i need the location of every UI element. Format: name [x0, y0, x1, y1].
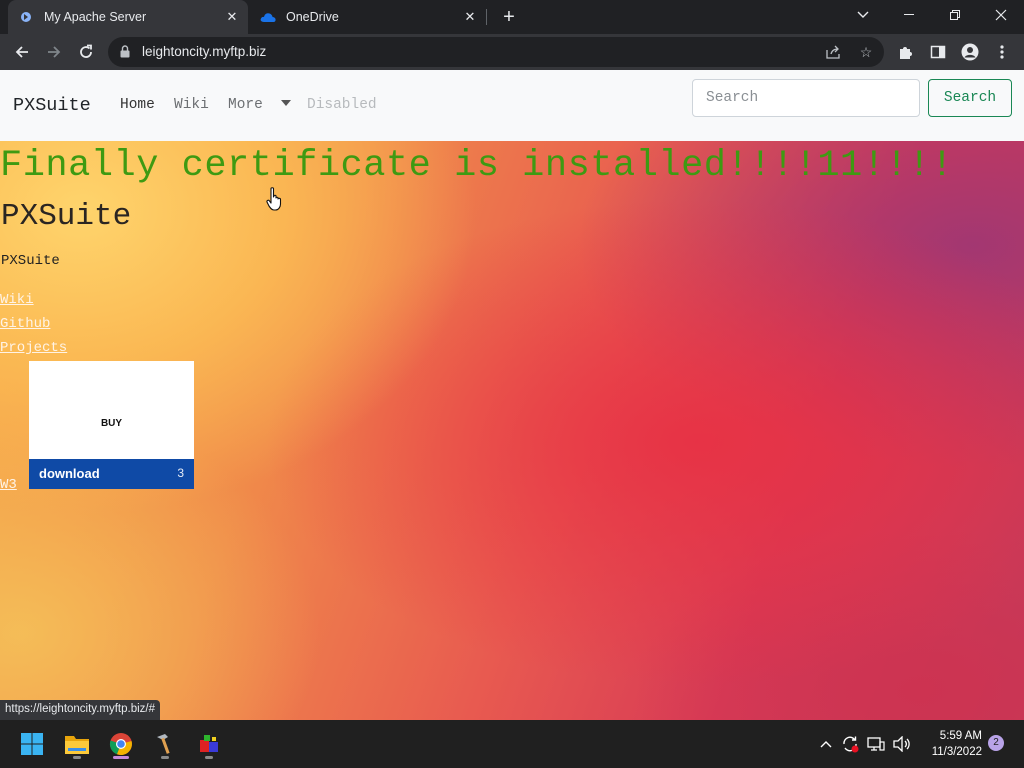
page-viewport: PXSuite Home Wiki More Disabled Search F…: [0, 70, 1024, 720]
share-icon[interactable]: [823, 42, 843, 62]
address-url[interactable]: leightoncity.myftp.biz: [142, 44, 266, 59]
projects-link[interactable]: Projects: [0, 340, 67, 356]
download-label[interactable]: download: [39, 466, 100, 481]
forward-arrow-icon[interactable]: [40, 38, 68, 66]
close-window-icon[interactable]: [978, 0, 1024, 30]
sync-icon[interactable]: [840, 734, 860, 754]
back-arrow-icon[interactable]: [8, 38, 36, 66]
tab-title: My Apache Server: [44, 10, 147, 24]
apache-favicon-icon: [18, 9, 34, 25]
hand-pointer-cursor-icon: [266, 187, 282, 211]
download-bar[interactable]: download 3: [29, 459, 194, 489]
download-count: 3: [177, 466, 184, 480]
github-link[interactable]: Github: [0, 316, 50, 332]
new-tab-plus-icon[interactable]: +: [498, 6, 520, 28]
lock-icon[interactable]: [120, 45, 130, 63]
hero-subtitle: PXSuite: [1, 199, 132, 234]
running-indicator: [205, 756, 213, 759]
close-icon[interactable]: ✕: [460, 7, 480, 27]
close-icon[interactable]: ✕: [222, 7, 242, 27]
bookmark-star-icon[interactable]: ☆: [856, 42, 876, 62]
profile-avatar-icon[interactable]: [956, 38, 984, 66]
tab-my-apache-server[interactable]: My Apache Server ✕: [8, 0, 248, 34]
tray-chevron-up-icon[interactable]: [816, 734, 836, 754]
nav-disabled-link: Disabled: [307, 97, 377, 113]
hammer-icon[interactable]: [148, 727, 182, 761]
browser-toolbar: leightoncity.myftp.biz ☆: [0, 34, 1024, 70]
tab-search-chevron-icon[interactable]: [840, 0, 886, 30]
hero-heading: Finally certificate is installed!!!!11!!…: [0, 145, 954, 187]
extensions-puzzle-icon[interactable]: [892, 38, 920, 66]
tab-separator: [486, 9, 487, 25]
clock-date: 11/3/2022: [931, 746, 982, 758]
minimize-icon[interactable]: [886, 0, 932, 30]
tab-onedrive[interactable]: OneDrive ✕: [250, 0, 486, 34]
network-icon[interactable]: [866, 734, 886, 754]
windows-start-icon[interactable]: [15, 727, 49, 761]
search-button[interactable]: Search: [928, 79, 1012, 117]
notification-badge[interactable]: 2: [988, 735, 1004, 751]
colorful-app-icon[interactable]: [192, 727, 226, 761]
nav-wiki-link[interactable]: Wiki: [174, 97, 209, 113]
browser-tabstrip: My Apache Server ✕ OneDrive ✕ +: [0, 0, 1024, 34]
buy-label[interactable]: BUY: [29, 418, 194, 429]
w3-link[interactable]: W3: [0, 477, 17, 493]
restore-window-icon[interactable]: [932, 0, 978, 30]
caret-down-icon[interactable]: [281, 100, 291, 106]
running-indicator: [73, 756, 81, 759]
chrome-icon[interactable]: [104, 727, 138, 761]
running-indicator: [161, 756, 169, 759]
navbar-brand[interactable]: PXSuite: [13, 95, 91, 116]
buy-card[interactable]: BUY download 3: [29, 361, 194, 489]
site-navbar: PXSuite Home Wiki More Disabled Search: [0, 70, 1024, 141]
windows-taskbar: 5:59 AM 11/3/2022 2: [0, 720, 1024, 768]
wiki-link[interactable]: Wiki: [0, 292, 34, 308]
kebab-menu-icon[interactable]: [988, 38, 1016, 66]
nav-more-dropdown[interactable]: More: [228, 97, 263, 113]
status-bar-url: https://leightoncity.myftp.biz/#: [0, 700, 160, 720]
search-input[interactable]: [692, 79, 920, 117]
reload-icon[interactable]: [72, 38, 100, 66]
onedrive-cloud-icon: [260, 9, 276, 25]
nav-home-link[interactable]: Home: [120, 97, 155, 113]
address-bar[interactable]: leightoncity.myftp.biz ☆: [108, 37, 884, 67]
hero-section: Finally certificate is installed!!!!11!!…: [0, 141, 1024, 720]
file-explorer-icon[interactable]: [60, 727, 94, 761]
hero-text: PXSuite: [1, 253, 60, 269]
tab-title: OneDrive: [286, 10, 339, 24]
active-app-indicator: [113, 756, 129, 759]
volume-icon[interactable]: [892, 734, 912, 754]
clock-time: 5:59 AM: [939, 730, 982, 742]
system-clock[interactable]: 5:59 AM 11/3/2022: [920, 728, 982, 760]
side-panel-icon[interactable]: [924, 38, 952, 66]
